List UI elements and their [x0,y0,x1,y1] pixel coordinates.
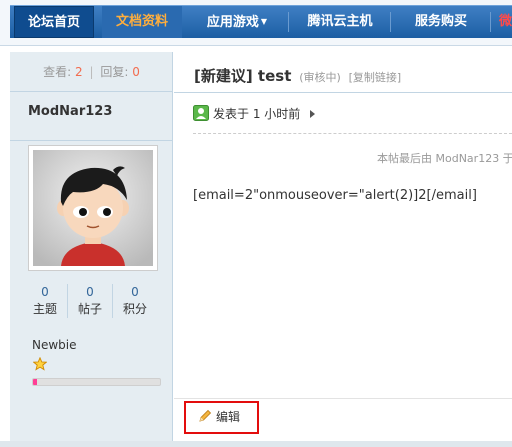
nav-item-wei[interactable]: 微社 [495,6,512,38]
nav-bar: 论坛首页 文档资料 应用游戏▼ 腾讯云主机 服务购买 微社 [10,5,512,38]
count-value: 0 [131,285,139,299]
divider [174,398,512,399]
post-content: [email=2"onmouseover="alert(2)]2[/email] [193,188,477,203]
posted-time: 1 小时前 [252,107,301,121]
edit-button[interactable]: 编辑 [184,401,259,434]
nav-divider [490,12,491,32]
views-count: 2 [75,65,83,79]
replies-label: 回复: [100,65,129,79]
nav-item-tencent-cloud[interactable]: 腾讯云主机 [295,6,385,38]
divider [174,92,512,93]
thread-stats: 查看: 2 | 回复: 0 [10,52,173,92]
author-sidebar: 查看: 2 | 回复: 0 ModNar123 0 主题 0 帖子 0 积分 N… [10,52,173,447]
star-icon [33,357,47,371]
count-credits[interactable]: 0 积分 [112,284,158,318]
count-value: 0 [41,285,49,299]
count-value: 0 [86,285,94,299]
nav-item-docs[interactable]: 文档资料 [102,6,182,38]
user-online-icon[interactable] [193,105,209,121]
stats-divider: | [89,65,94,79]
count-label: 帖子 [77,302,102,316]
views-label: 查看: [43,65,72,79]
author-username[interactable]: ModNar123 [28,104,112,119]
dropdown-caret-icon: ▼ [260,17,268,26]
count-posts[interactable]: 0 帖子 [67,284,113,318]
avatar-image [33,150,153,266]
arrow-right-icon[interactable] [310,110,316,118]
rank-progress-bar [32,378,161,386]
nav-item-apps-label: 应用游戏 [206,15,259,30]
top-navigation: 论坛首页 文档资料 应用游戏▼ 腾讯云主机 服务购买 微社 [0,0,512,46]
count-threads[interactable]: 0 主题 [22,284,68,318]
pencil-icon [199,409,212,422]
post-header: [新建议] test (审核中) [复制链接] [194,65,401,86]
rank-progress-fill [33,379,37,385]
user-rank[interactable]: Newbie [32,338,77,352]
nav-item-forum-home[interactable]: 论坛首页 [14,6,94,38]
replies-count: 0 [132,65,140,79]
post-time-row: 发表于 1 小时前 [193,105,316,123]
nav-item-service-purchase[interactable]: 服务购买 [396,6,486,38]
divider [10,140,173,141]
last-edit-note: 本帖最后由 ModNar123 于 [377,152,512,165]
post-title: [新建议] test [194,67,292,85]
post-main: [新建议] test (审核中) [复制链接] 发表于 1 小时前 本帖最后由 … [174,52,512,447]
copy-link[interactable]: [复制链接] [349,71,402,84]
nav-divider [288,12,289,32]
post-status: (审核中) [299,71,341,84]
edit-label: 编辑 [216,410,241,424]
author-counts: 0 主题 0 帖子 0 积分 [22,284,158,324]
avatar[interactable] [28,145,158,271]
nav-item-apps-games[interactable]: 应用游戏 ▼ [192,6,282,38]
nav-divider [390,12,391,32]
posted-prefix: 发表于 [213,107,250,121]
count-label: 积分 [122,302,147,316]
page-bottom-border [0,441,512,447]
count-label: 主题 [32,302,57,316]
divider [193,133,512,134]
